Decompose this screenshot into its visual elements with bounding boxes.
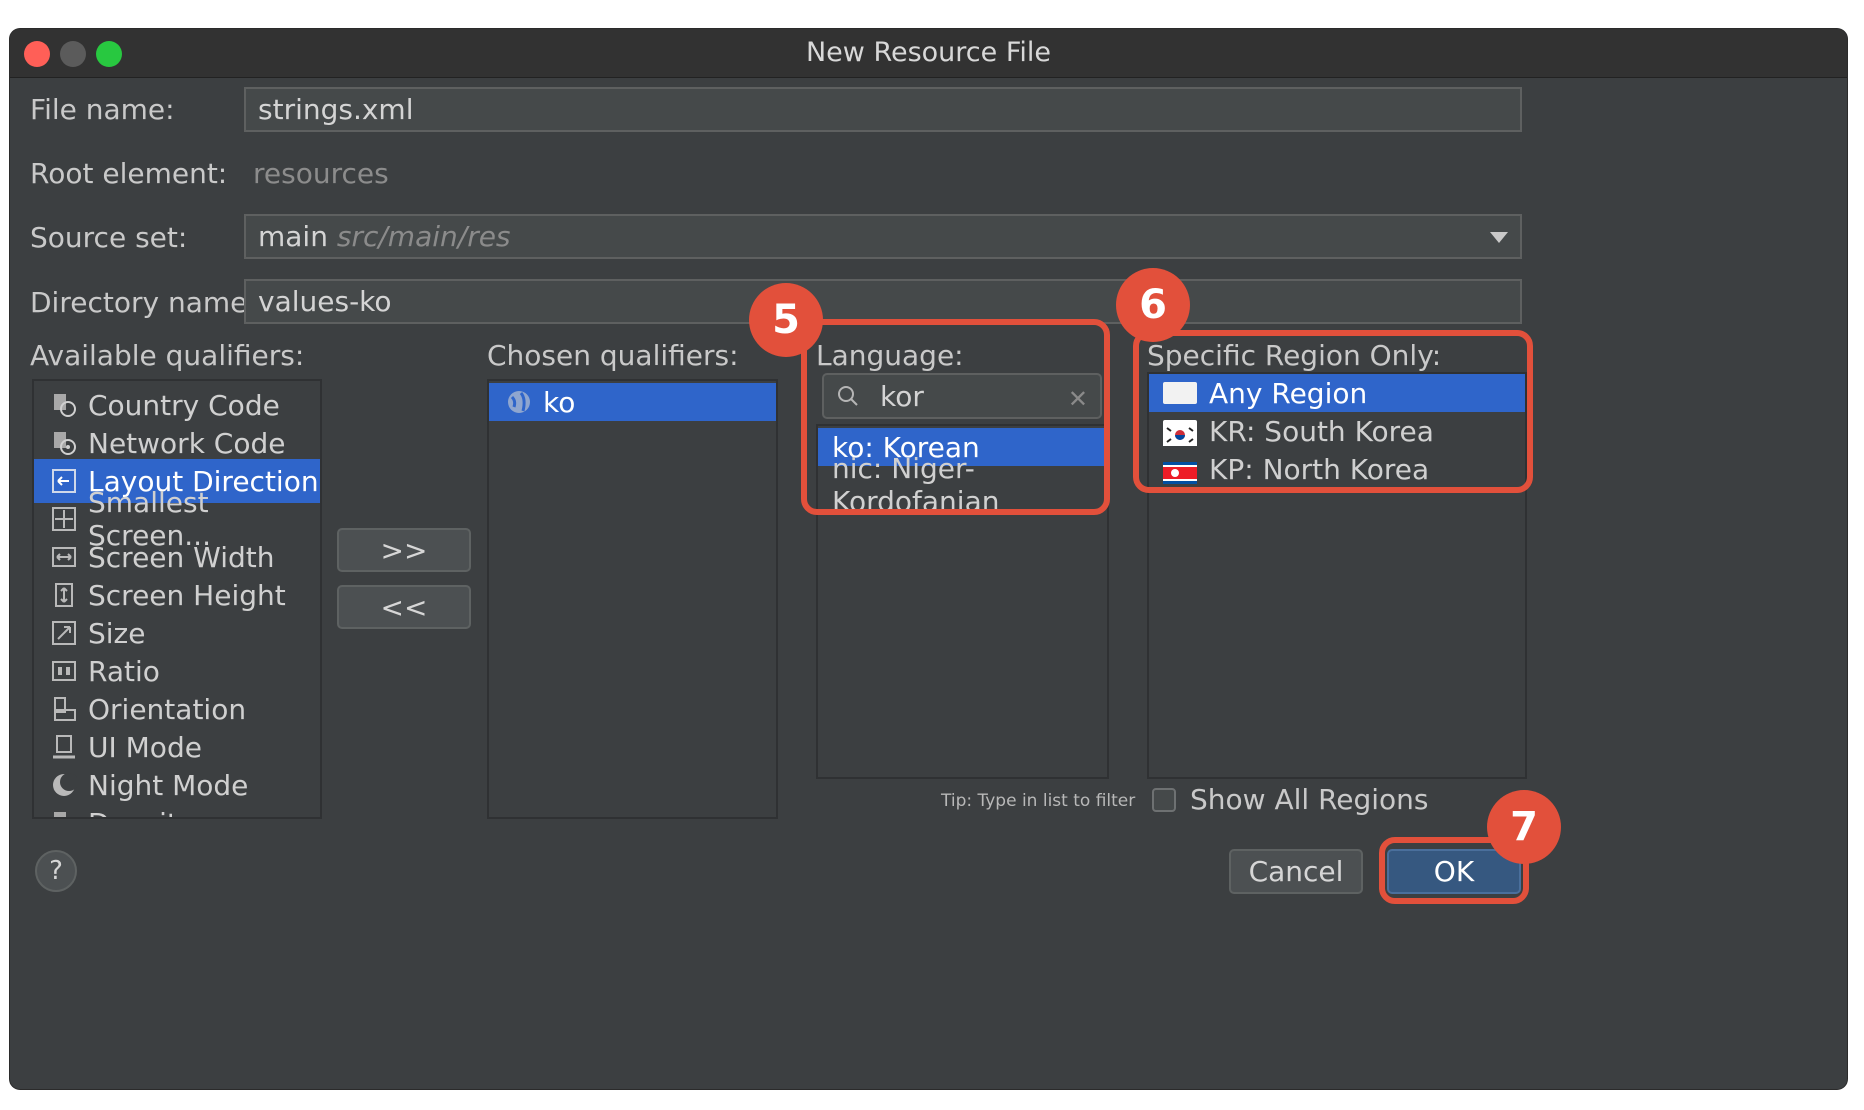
source-set-main: main: [258, 220, 328, 253]
title-bar: New Resource File: [10, 29, 1847, 78]
cancel-button[interactable]: Cancel: [1229, 849, 1363, 894]
source-set-label: Source set:: [30, 221, 188, 254]
directory-name-label: Directory name:: [30, 286, 257, 319]
layout-direction-icon: [50, 467, 78, 495]
show-all-regions-checkbox[interactable]: [1152, 788, 1176, 812]
callout-region-frame: [1133, 330, 1533, 493]
available-qualifiers-label: Available qualifiers:: [30, 339, 305, 372]
ratio-icon: [50, 657, 78, 685]
qualifier-label: Network Code: [88, 426, 286, 460]
file-name-label: File name:: [30, 93, 175, 126]
directory-name-input[interactable]: values-ko: [244, 279, 1522, 324]
qualifier-label: Night Mode: [88, 768, 249, 802]
chosen-qualifiers-list[interactable]: ko: [487, 379, 778, 819]
night-mode-icon: [50, 771, 78, 799]
root-element-value: resources: [253, 157, 389, 190]
qualifier-label: Country Code: [88, 388, 280, 422]
source-set-dropdown[interactable]: main src/main/res: [244, 214, 1522, 259]
qualifier-label: UI Mode: [88, 730, 202, 764]
callout-badge-6: 6: [1116, 268, 1190, 342]
screen-width-icon: [50, 543, 78, 571]
qualifier-label: Screen Height: [88, 578, 286, 612]
network-code-icon: [50, 429, 78, 457]
qualifier-label: Orientation: [88, 692, 247, 726]
qualifier-label: ko: [543, 385, 576, 419]
help-button[interactable]: ?: [35, 850, 77, 892]
dialog-title: New Resource File: [805, 37, 1052, 68]
remove-qualifier-button[interactable]: <<: [337, 585, 471, 629]
root-element-label: Root element:: [30, 157, 228, 190]
smallest-screen-icon: [50, 505, 78, 533]
filter-tip: Tip: Type in list to filter: [941, 791, 1136, 811]
directory-name-value: values-ko: [258, 285, 392, 318]
ui-mode-icon: [50, 733, 78, 761]
globe-icon: [505, 388, 533, 416]
density-icon: [50, 809, 78, 817]
orientation-icon: [50, 695, 78, 723]
file-name-value: strings.xml: [258, 93, 414, 126]
qualifier-label: Screen Width: [88, 540, 275, 574]
show-all-regions-label: Show All Regions: [1190, 783, 1429, 816]
source-set-path: src/main/res: [336, 220, 511, 253]
chevron-down-icon[interactable]: [1490, 232, 1508, 243]
file-name-input[interactable]: strings.xml: [244, 87, 1522, 132]
chosen-qualifier-ko[interactable]: ko: [489, 383, 776, 421]
qualifier-density[interactable]: Density: [34, 801, 320, 818]
screen-height-icon: [50, 581, 78, 609]
chosen-qualifiers-label: Chosen qualifiers:: [487, 339, 739, 372]
callout-language-frame: [801, 319, 1110, 515]
callout-badge-5: 5: [749, 283, 823, 357]
callout-badge-7: 7: [1487, 790, 1561, 864]
qualifier-label: Ratio: [88, 654, 160, 688]
country-code-icon: [50, 391, 78, 419]
size-icon: [50, 619, 78, 647]
qualifier-label: Size: [88, 616, 146, 650]
help-icon: ?: [49, 856, 63, 886]
qualifier-label: Density: [88, 807, 194, 818]
new-resource-file-dialog: New Resource File File name: strings.xml…: [10, 29, 1847, 1089]
available-qualifiers-list[interactable]: Country Code Network Code Layout Directi…: [32, 379, 322, 819]
add-qualifier-button[interactable]: >>: [337, 528, 471, 572]
